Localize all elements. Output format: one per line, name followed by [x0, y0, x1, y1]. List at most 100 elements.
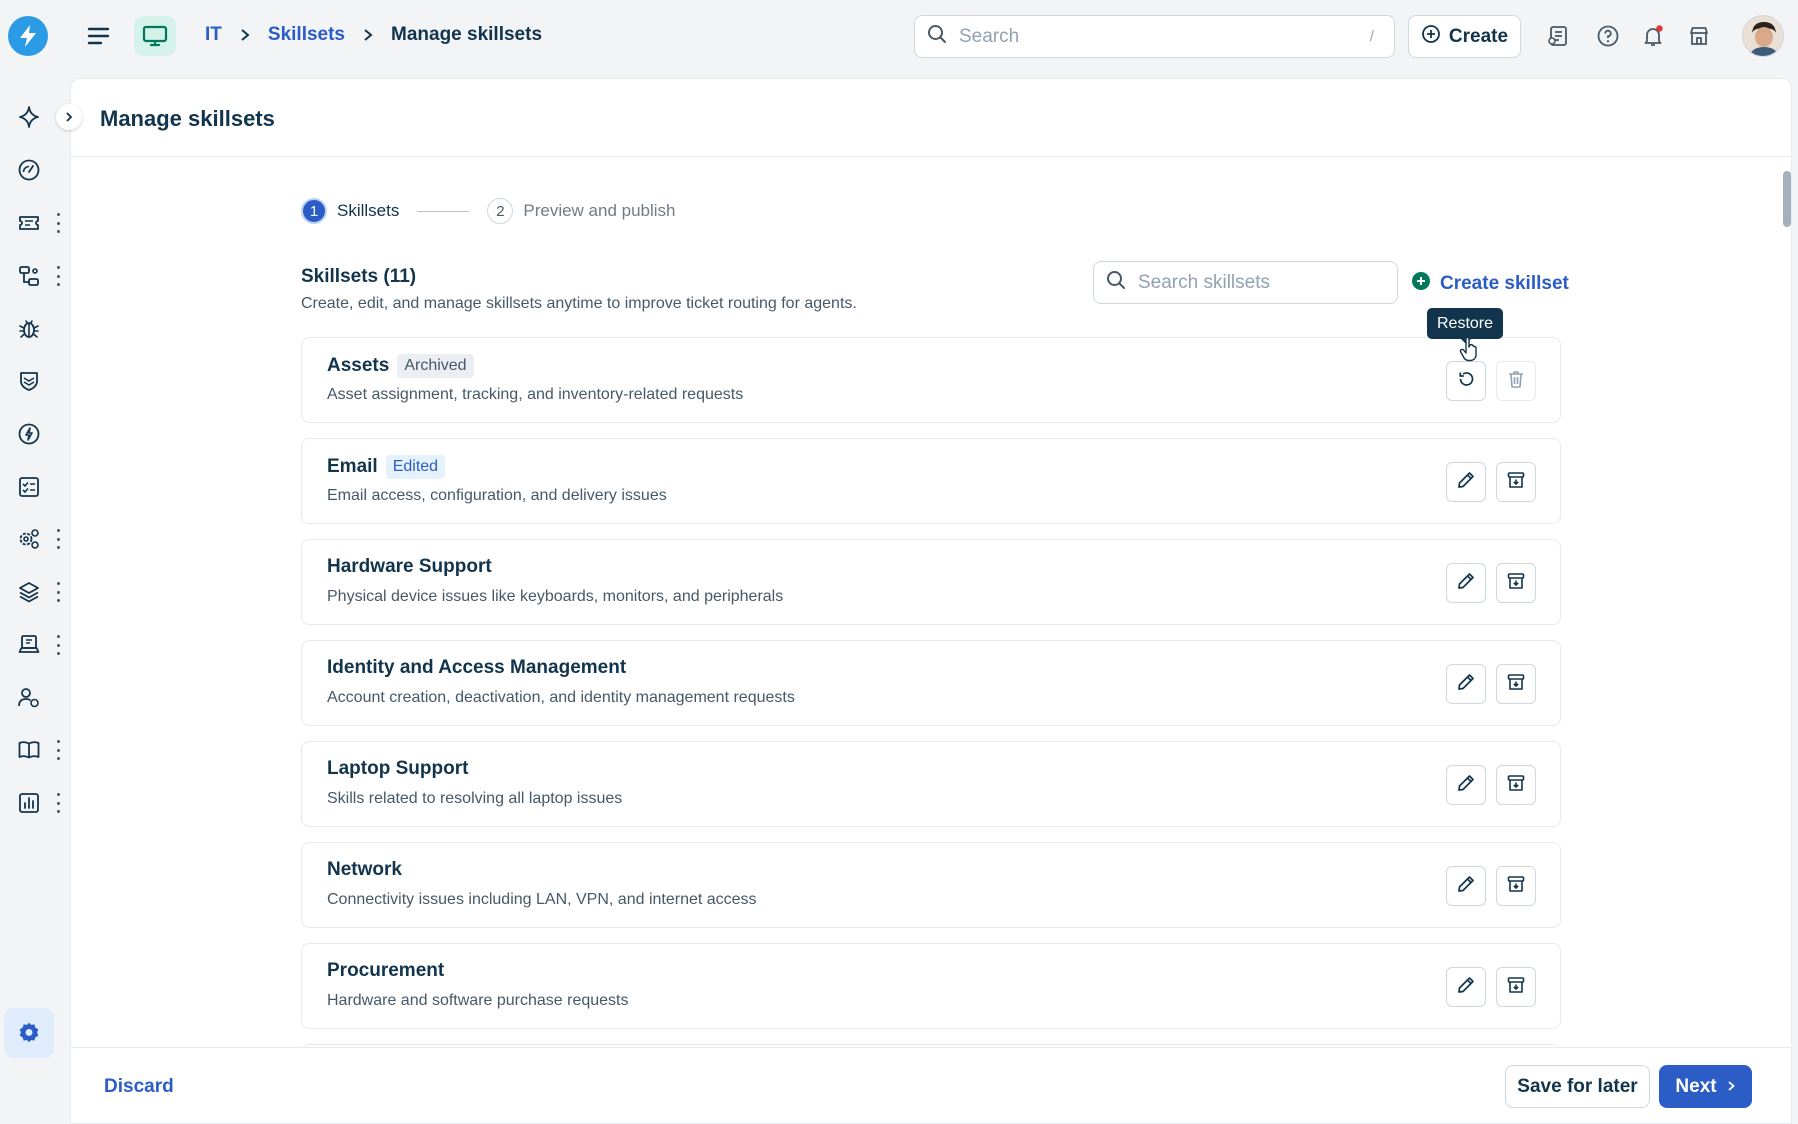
- restore-icon: [1456, 369, 1476, 394]
- archive-button[interactable]: [1496, 462, 1536, 502]
- skillset-search-input[interactable]: Search skillsets: [1093, 261, 1398, 304]
- workspace-monitor-icon[interactable]: [134, 16, 176, 56]
- step-1-label: Skillsets: [337, 201, 400, 220]
- notification-bell-icon[interactable]: [1640, 23, 1666, 49]
- chevron-right-icon: [240, 28, 250, 42]
- edit-button[interactable]: [1446, 765, 1486, 805]
- pencil-icon: [1456, 672, 1476, 697]
- skillset-name: Assets: [327, 355, 390, 376]
- reports-more-icon[interactable]: [52, 793, 64, 813]
- skillset-name: Identity and Access Management: [327, 657, 627, 678]
- page-header: Manage skillsets: [71, 79, 1791, 157]
- archive-button[interactable]: [1496, 765, 1536, 805]
- edit-button[interactable]: [1446, 967, 1486, 1007]
- help-icon[interactable]: [1595, 23, 1621, 49]
- restore-button[interactable]: [1446, 361, 1486, 401]
- skillset-description: Physical device issues like keyboards, m…: [327, 588, 784, 605]
- page-title: Manage skillsets: [100, 106, 275, 131]
- step-2-label: Preview and publish: [523, 201, 676, 220]
- top-bar: IT Skillsets Manage skillsets Search / C…: [0, 0, 1798, 72]
- main-panel: Manage skillsets 1 Skillsets 2 Preview a…: [70, 78, 1792, 1124]
- archive-icon: [1506, 975, 1526, 1000]
- save-for-later-button[interactable]: Save for later: [1505, 1065, 1650, 1108]
- breadcrumb: IT Skillsets Manage skillsets: [205, 24, 542, 46]
- user-avatar[interactable]: [1742, 15, 1784, 57]
- archive-button[interactable]: [1496, 563, 1536, 603]
- tickets-more-icon[interactable]: [52, 213, 64, 233]
- skillset-name: Email: [327, 456, 378, 477]
- solutions-more-icon[interactable]: [52, 740, 64, 760]
- layers-more-icon[interactable]: [52, 582, 64, 602]
- archive-icon: [1506, 672, 1526, 697]
- create-label: Create: [1448, 25, 1509, 47]
- search-icon: [1106, 270, 1126, 295]
- workflow-icon[interactable]: [14, 261, 44, 291]
- dashboard-gauge-icon[interactable]: [14, 155, 44, 185]
- edit-button[interactable]: [1446, 866, 1486, 906]
- skillset-card-assets: Assets Archived Asset assignment, tracki…: [301, 337, 1561, 423]
- delete-button[interactable]: [1496, 361, 1536, 401]
- skillset-description: Asset assignment, tracking, and inventor…: [327, 386, 744, 403]
- next-button[interactable]: Next: [1659, 1065, 1752, 1108]
- breadcrumb-it[interactable]: IT: [205, 24, 222, 46]
- changes-shield-icon[interactable]: [14, 366, 44, 396]
- skillset-description: Connectivity issues including LAN, VPN, …: [327, 891, 757, 908]
- archive-button[interactable]: [1496, 664, 1536, 704]
- archive-button[interactable]: [1496, 866, 1536, 906]
- automation-gears-icon[interactable]: [14, 524, 44, 554]
- pencil-icon: [1456, 470, 1476, 495]
- users-icon[interactable]: [14, 683, 44, 713]
- tasks-checklist-icon[interactable]: [14, 472, 44, 502]
- footer-bar: Discard Save for later Next: [71, 1047, 1791, 1123]
- menu-icon[interactable]: [86, 24, 112, 48]
- breadcrumb-skillsets[interactable]: Skillsets: [268, 24, 345, 46]
- reports-chart-icon[interactable]: [14, 788, 44, 818]
- skillset-description: Skills related to resolving all laptop i…: [327, 790, 623, 807]
- edit-button[interactable]: [1446, 563, 1486, 603]
- breadcrumb-current: Manage skillsets: [391, 24, 543, 45]
- releases-icon[interactable]: [14, 419, 44, 449]
- archive-icon: [1506, 874, 1526, 899]
- trash-icon: [1506, 369, 1526, 394]
- freshservice-logo-icon[interactable]: [8, 16, 48, 56]
- shortcut-key: /: [1369, 28, 1375, 45]
- scrollbar-thumb[interactable]: [1783, 171, 1791, 227]
- edit-button[interactable]: [1446, 664, 1486, 704]
- create-skillset-button[interactable]: Create skillset: [1412, 272, 1569, 296]
- discard-button[interactable]: Discard: [104, 1076, 174, 1098]
- freddy-ai-sparkle-icon[interactable]: [14, 102, 44, 132]
- create-button[interactable]: Create: [1408, 15, 1521, 58]
- global-search-input[interactable]: Search /: [914, 15, 1395, 58]
- stepper: 1 Skillsets 2 Preview and publish: [301, 198, 676, 224]
- automation-more-icon[interactable]: [52, 529, 64, 549]
- archive-icon: [1506, 470, 1526, 495]
- notes-icon[interactable]: [1546, 23, 1572, 49]
- archive-button[interactable]: [1496, 967, 1536, 1007]
- admin-settings-icon[interactable]: [4, 1008, 54, 1058]
- marketplace-icon[interactable]: [1686, 23, 1712, 49]
- pencil-icon: [1456, 773, 1476, 798]
- assets-laptop-icon[interactable]: [14, 630, 44, 660]
- expand-sidebar-chevron-icon[interactable]: [56, 104, 82, 130]
- hand-cursor-icon: [1459, 336, 1479, 367]
- archive-icon: [1506, 773, 1526, 798]
- step-1-number: 1: [301, 198, 327, 224]
- tickets-icon[interactable]: [14, 208, 44, 238]
- layers-icon[interactable]: [14, 577, 44, 607]
- edited-badge: Edited: [385, 455, 446, 479]
- workflow-more-icon[interactable]: [52, 266, 64, 286]
- left-navigation-rail: [0, 72, 70, 1124]
- plus-circle-icon: [1421, 24, 1441, 50]
- edit-button[interactable]: [1446, 462, 1486, 502]
- restore-tooltip: Restore: [1427, 308, 1504, 344]
- problems-bug-icon[interactable]: [14, 314, 44, 344]
- chevron-right-icon: [363, 28, 373, 42]
- skillset-search-placeholder: Search skillsets: [1138, 271, 1270, 293]
- plus-circle-filled-icon: [1412, 272, 1430, 296]
- assets-more-icon[interactable]: [52, 635, 64, 655]
- skillset-name: Network: [327, 859, 402, 880]
- skillset-card-procurement: Procurement Hardware and software purcha…: [301, 943, 1561, 1029]
- step-2-number: 2: [487, 198, 514, 224]
- skillset-name: Laptop Support: [327, 758, 469, 779]
- solutions-book-icon[interactable]: [14, 735, 44, 765]
